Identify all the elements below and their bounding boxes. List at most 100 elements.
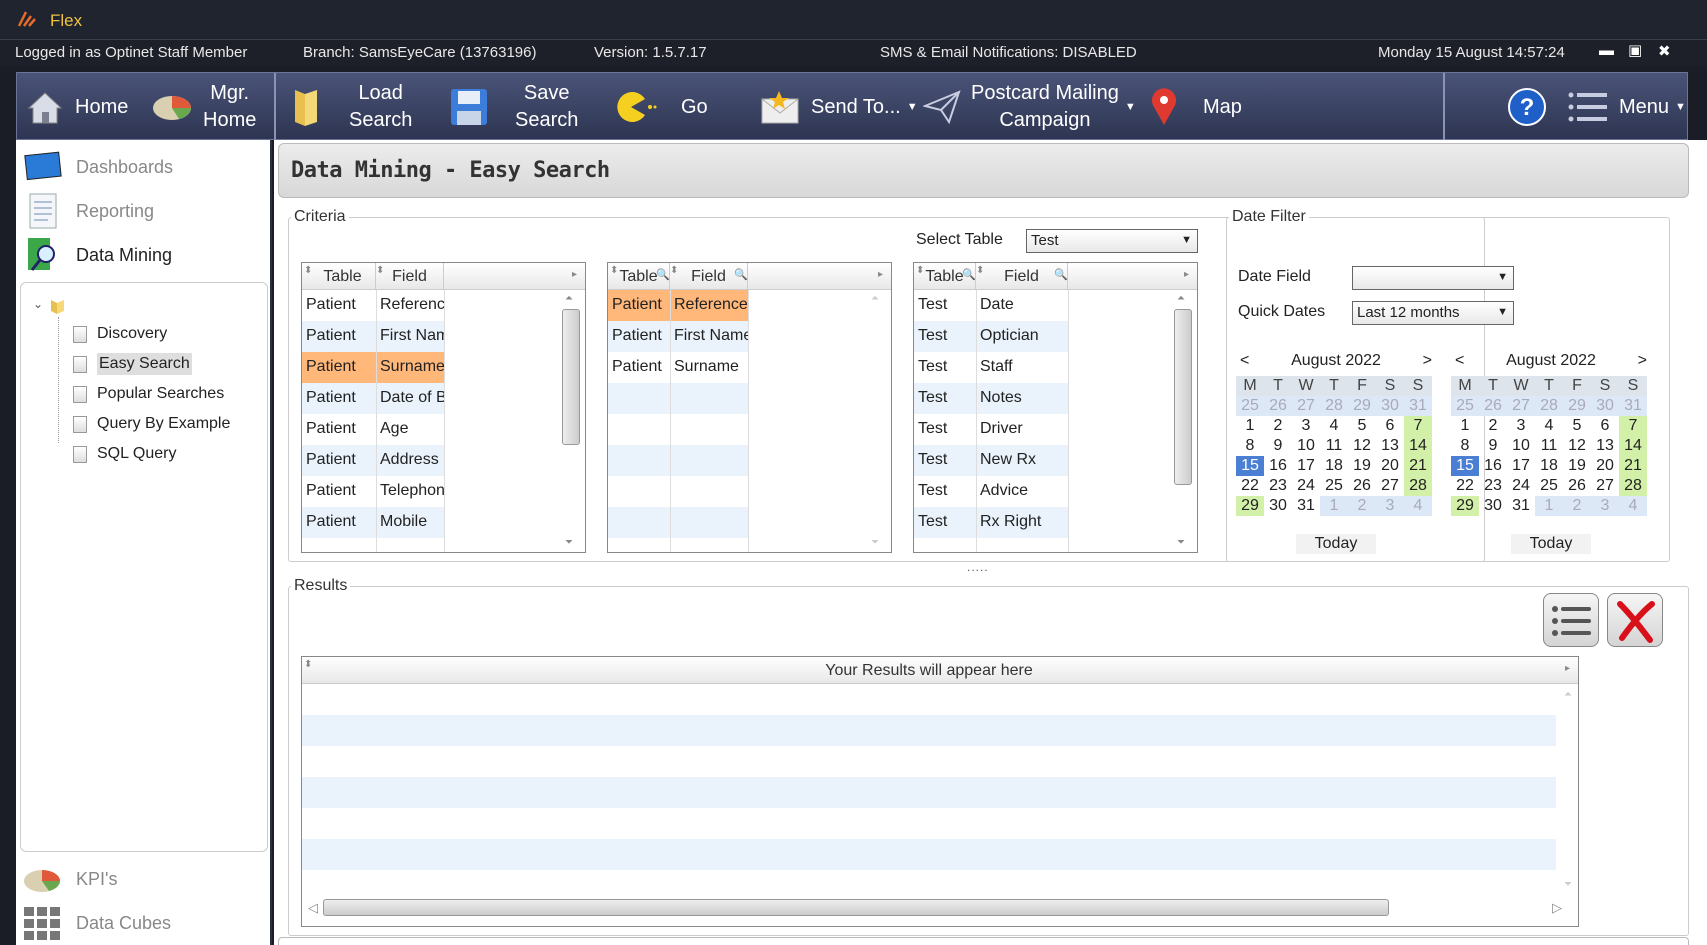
calendar-day[interactable]: 11 [1320, 436, 1348, 456]
calendar-day[interactable]: 1 [1451, 416, 1479, 436]
vertical-scrollbar[interactable]: ⏶ ⏷ [866, 293, 888, 548]
calendar-day[interactable]: 22 [1236, 476, 1264, 496]
go-button[interactable]: Go [613, 73, 708, 141]
scroll-thumb[interactable] [562, 309, 580, 445]
table-row[interactable]: Patient Address [302, 445, 444, 476]
table-row[interactable] [608, 507, 748, 538]
help-button[interactable]: ? [1507, 73, 1557, 141]
column-menu-icon[interactable]: ▸ [1184, 269, 1189, 280]
calendar-day[interactable]: 2 [1264, 416, 1292, 436]
calendar-day[interactable]: 25 [1451, 396, 1479, 416]
calendar-day[interactable]: 13 [1376, 436, 1404, 456]
column-chooser-button[interactable] [1543, 593, 1599, 647]
calendar-day[interactable]: 28 [1619, 476, 1647, 496]
nav-dashboards[interactable]: Dashboards [16, 145, 272, 189]
selected-fields-grid[interactable]: ⬍ Table 🔍 ⬍ Field 🔍 ▸ Patient Reference Pa… [607, 262, 892, 553]
calendar-day[interactable]: 28 [1404, 476, 1432, 496]
calendar-day[interactable]: 3 [1507, 416, 1535, 436]
calendar-day[interactable]: 17 [1292, 456, 1320, 476]
search-icon[interactable]: 🔍 [962, 268, 976, 281]
calendar-day[interactable]: 31 [1292, 496, 1320, 516]
calendar-day[interactable]: 8 [1451, 436, 1479, 456]
table-row[interactable]: Patient Date of Birth [302, 383, 444, 414]
table-row[interactable]: PatientReference [608, 290, 748, 321]
calendar-day[interactable]: 30 [1264, 496, 1292, 516]
horizontal-scrollbar[interactable]: ◁ ▷ [308, 897, 1562, 917]
scroll-up-icon[interactable]: ⏶ [565, 293, 573, 304]
calendar-day[interactable]: 5 [1563, 416, 1591, 436]
mgr-home-button[interactable]: Mgr. Home [151, 73, 256, 141]
scroll-up-icon[interactable]: ⏶ [1177, 293, 1185, 304]
tree-item-easy-search[interactable]: Easy Search [73, 351, 192, 377]
calendar-day[interactable]: 23 [1479, 476, 1507, 496]
map-button[interactable]: Map [1149, 73, 1242, 141]
scroll-down-icon[interactable]: ⏷ [1177, 537, 1185, 548]
load-search-button[interactable]: Load Search [291, 73, 412, 141]
calendar-day[interactable]: 3 [1292, 416, 1320, 436]
table-row[interactable]: Patient Surname [302, 352, 444, 383]
search-icon[interactable]: 🔍 [656, 268, 670, 281]
calendar-day[interactable]: 4 [1404, 496, 1432, 516]
scroll-down-icon[interactable]: ⏷ [871, 537, 879, 548]
calendar-day[interactable]: 28 [1535, 396, 1563, 416]
calendar-day[interactable]: 2 [1563, 496, 1591, 516]
calendar-day[interactable]: 27 [1376, 476, 1404, 496]
table-row[interactable]: Patient First Name [608, 321, 748, 352]
calendar-day[interactable]: 10 [1507, 436, 1535, 456]
calendar-day[interactable]: 12 [1348, 436, 1376, 456]
tree-expand-icon[interactable]: ⌄ [33, 297, 43, 311]
calendar-day[interactable]: 19 [1563, 456, 1591, 476]
table-row[interactable] [608, 476, 748, 507]
table-row[interactable] [608, 383, 748, 414]
calendar-day[interactable]: 30 [1376, 396, 1404, 416]
scroll-up-icon[interactable]: ⏶ [871, 293, 879, 304]
calendar-day[interactable]: 26 [1563, 476, 1591, 496]
nav-data-mining[interactable]: Data Mining [16, 233, 272, 277]
tree-item-popular-searches[interactable]: Popular Searches [73, 381, 224, 407]
nav-reporting[interactable]: Reporting [16, 189, 272, 233]
calendar-day[interactable]: 7 [1404, 416, 1432, 436]
calendar-day[interactable]: 31 [1404, 396, 1432, 416]
calendar-day[interactable]: 30 [1591, 396, 1619, 416]
calendar-day[interactable]: 2 [1479, 416, 1507, 436]
calendar-day[interactable]: 4 [1535, 416, 1563, 436]
scroll-up-icon[interactable]: ⏶ [1564, 689, 1572, 700]
calendar-day[interactable]: 25 [1535, 476, 1563, 496]
table-row[interactable] [608, 445, 748, 476]
calendar-day[interactable]: 9 [1479, 436, 1507, 456]
date-field-dropdown[interactable]: ▼ [1352, 266, 1514, 290]
calendar-day[interactable]: 25 [1236, 396, 1264, 416]
calendar-day[interactable]: 21 [1404, 456, 1432, 476]
scroll-down-icon[interactable]: ⏷ [1564, 879, 1572, 890]
nav-kpis[interactable]: KPI's [16, 857, 272, 901]
menu-button[interactable]: Menu ▼ [1567, 73, 1686, 141]
calendar-day[interactable]: 31 [1507, 496, 1535, 516]
table-row[interactable]: PatientReference [302, 290, 444, 321]
calendar-day[interactable]: 8 [1236, 436, 1264, 456]
column-menu-icon[interactable]: ▸ [572, 269, 577, 280]
calendar-day[interactable]: 4 [1320, 416, 1348, 436]
postcard-mailing-campaign-button[interactable]: Postcard Mailing Campaign ▼ [923, 73, 1136, 141]
end-date-calendar[interactable]: August 2022 < > M T W T F S S 25 26 27 28 29 30 31 1 2 3 4 5 6… [1451, 352, 1651, 554]
home-button[interactable]: Home [25, 73, 128, 141]
calendar-day[interactable]: 29 [1563, 396, 1591, 416]
calendar-day[interactable]: 16 [1479, 456, 1507, 476]
calendar-day[interactable]: 7 [1619, 416, 1647, 436]
select-table-dropdown[interactable]: Test ▼ [1026, 229, 1198, 253]
calendar-day[interactable]: 6 [1591, 416, 1619, 436]
vertical-scrollbar[interactable]: ⏶ ⏷ [1172, 293, 1194, 548]
table-row[interactable]: Test Staff [914, 352, 1068, 383]
today-button[interactable]: Today [1296, 534, 1376, 554]
table-row[interactable]: Patient Telephone [302, 476, 444, 507]
column-menu-icon[interactable]: ▸ [878, 269, 883, 280]
tree-item-query-by-example[interactable]: Query By Example [73, 411, 230, 437]
quick-dates-dropdown[interactable]: Last 12 months ▼ [1352, 301, 1514, 325]
calendar-day[interactable]: 20 [1376, 456, 1404, 476]
calendar-day[interactable]: 14 [1404, 436, 1432, 456]
calendar-day[interactable]: 23 [1264, 476, 1292, 496]
start-date-calendar[interactable]: August 2022 < > M T W T F S S 25 26 27 28 29 30 31 1 2 3 4 5 6… [1236, 352, 1436, 554]
calendar-day[interactable]: 28 [1320, 396, 1348, 416]
calendar-day[interactable]: 1 [1320, 496, 1348, 516]
table-row[interactable]: Patient Surname [608, 352, 748, 383]
table-row[interactable]: Test Driver [914, 414, 1068, 445]
